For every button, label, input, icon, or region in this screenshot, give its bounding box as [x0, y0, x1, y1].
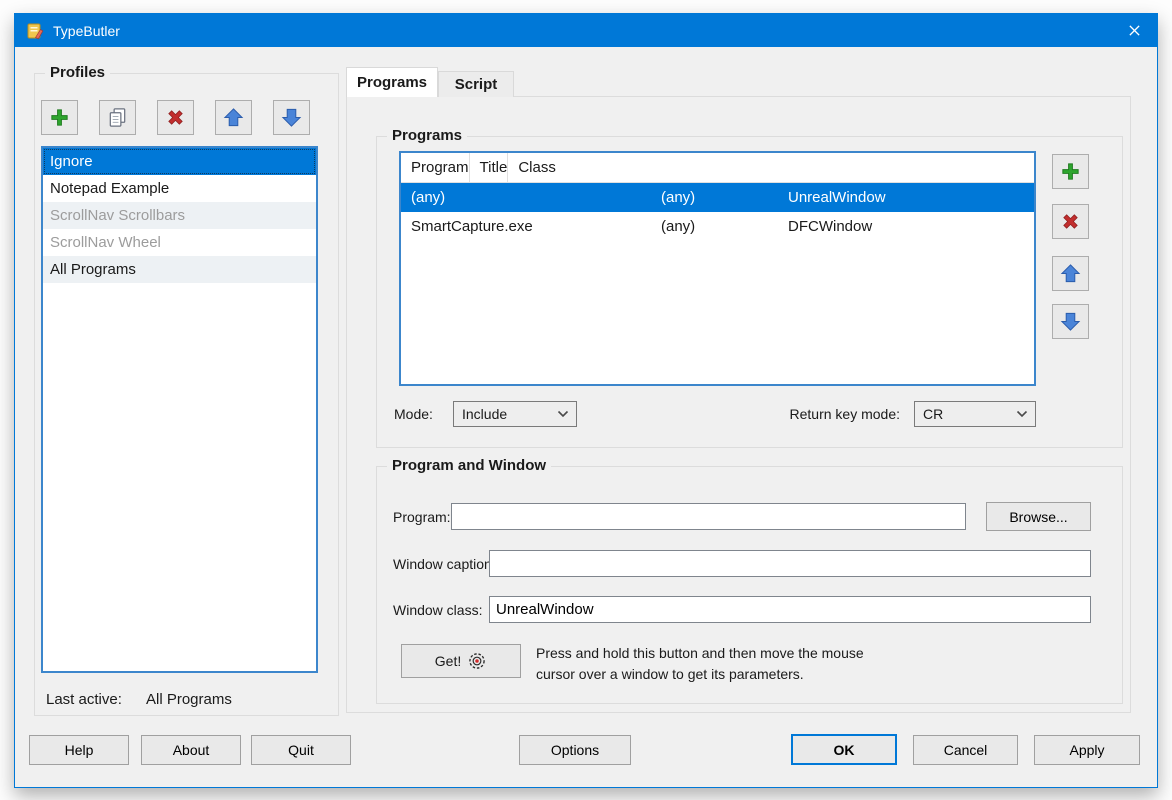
- cancel-button[interactable]: Cancel: [913, 735, 1018, 765]
- profile-list-item[interactable]: Ignore: [43, 148, 316, 175]
- get-help-text: Press and hold this button and then move…: [536, 643, 864, 685]
- chevron-down-icon: [557, 410, 569, 418]
- profile-list-item-label: All Programs: [50, 261, 136, 278]
- profile-copy-button[interactable]: [99, 100, 136, 135]
- profile-list-item[interactable]: ScrollNav Wheel: [43, 229, 316, 256]
- cell-class: UnrealWindow: [778, 183, 1034, 212]
- profile-move-up-button[interactable]: [215, 100, 252, 135]
- delete-x-icon: [1059, 210, 1082, 233]
- profiles-group-label: Profiles: [45, 64, 110, 81]
- quit-button[interactable]: Quit: [251, 735, 351, 765]
- get-button[interactable]: Get!: [401, 644, 521, 678]
- cell-program: SmartCapture.exe: [401, 212, 651, 241]
- program-delete-button[interactable]: [1052, 204, 1089, 239]
- title-bar[interactable]: TypeButler: [15, 14, 1157, 47]
- program-move-down-button[interactable]: [1052, 304, 1089, 339]
- profile-list-item-label: Ignore: [50, 153, 93, 170]
- profile-move-down-button[interactable]: [273, 100, 310, 135]
- typebutler-window: TypeButler Profiles Ignore Notepad Exam: [14, 13, 1158, 788]
- help-button[interactable]: Help: [29, 735, 129, 765]
- plus-icon: [1059, 160, 1082, 183]
- mode-label: Mode:: [394, 406, 433, 422]
- profile-add-button[interactable]: [41, 100, 78, 135]
- mode-select[interactable]: Include: [453, 401, 577, 427]
- get-button-label: Get!: [435, 653, 461, 669]
- programs-table-body: (any) (any) UnrealWindow SmartCapture.ex…: [401, 183, 1034, 241]
- browse-button[interactable]: Browse...: [986, 502, 1091, 531]
- column-header: Title: [470, 153, 509, 182]
- program-add-button[interactable]: [1052, 154, 1089, 189]
- delete-x-icon: [164, 106, 187, 129]
- column-header: Program: [401, 153, 470, 182]
- last-active-value: All Programs: [146, 691, 232, 708]
- profile-list-item-label: Notepad Example: [50, 180, 169, 197]
- profile-list-item[interactable]: Notepad Example: [43, 175, 316, 202]
- last-active-label: Last active:: [46, 691, 122, 708]
- cell-class: DFCWindow: [778, 212, 1034, 241]
- program-table-row[interactable]: (any) (any) UnrealWindow: [401, 183, 1034, 212]
- cell-title: (any): [651, 212, 778, 241]
- window-caption-label: Window caption:: [393, 556, 496, 572]
- return-key-mode-select[interactable]: CR: [914, 401, 1036, 427]
- cell-program: (any): [401, 183, 651, 212]
- program-field-label: Program:: [393, 509, 451, 525]
- close-icon: [1128, 24, 1141, 37]
- window-class-input[interactable]: [489, 596, 1091, 623]
- profile-list-item-label: ScrollNav Wheel: [50, 234, 161, 251]
- chevron-down-icon: [1016, 410, 1028, 418]
- profile-delete-button[interactable]: [157, 100, 194, 135]
- return-key-mode-label: Return key mode:: [790, 406, 901, 422]
- column-header: Class: [508, 153, 556, 182]
- arrow-up-icon: [1059, 262, 1082, 285]
- get-help-line-1: Press and hold this button and then move…: [536, 643, 864, 664]
- apply-button[interactable]: Apply: [1034, 735, 1140, 765]
- mode-select-value: Include: [454, 406, 557, 422]
- programs-table[interactable]: ProgramTitleClass (any) (any) UnrealWind…: [399, 151, 1036, 386]
- program-table-row[interactable]: SmartCapture.exe (any) DFCWindow: [401, 212, 1034, 241]
- profiles-list[interactable]: Ignore Notepad Example ScrollNav Scrollb…: [41, 146, 318, 673]
- program-input[interactable]: [451, 503, 966, 530]
- return-key-mode-value: CR: [915, 406, 1016, 422]
- profile-list-item[interactable]: All Programs: [43, 256, 316, 283]
- program-and-window-group-label: Program and Window: [387, 457, 551, 474]
- ok-button[interactable]: OK: [791, 734, 897, 765]
- about-button[interactable]: About: [141, 735, 241, 765]
- arrow-down-icon: [1059, 310, 1082, 333]
- window-caption-input[interactable]: [489, 550, 1091, 577]
- plus-icon: [48, 106, 71, 129]
- profile-list-item-label: ScrollNav Scrollbars: [50, 207, 185, 224]
- copy-icon: [106, 106, 129, 129]
- target-icon: [467, 651, 487, 671]
- close-button[interactable]: [1111, 14, 1157, 47]
- programs-group-label: Programs: [387, 127, 467, 144]
- app-note-pencil-icon: [26, 22, 44, 40]
- arrow-down-icon: [280, 106, 303, 129]
- window-class-label: Window class:: [393, 602, 482, 618]
- options-button[interactable]: Options: [519, 735, 631, 765]
- arrow-up-icon: [222, 106, 245, 129]
- profile-list-item[interactable]: ScrollNav Scrollbars: [43, 202, 316, 229]
- program-move-up-button[interactable]: [1052, 256, 1089, 291]
- programs-table-header: ProgramTitleClass: [401, 153, 1034, 183]
- window-title: TypeButler: [53, 23, 120, 39]
- tab-script[interactable]: Script: [438, 71, 514, 97]
- tab-programs[interactable]: Programs: [346, 67, 438, 97]
- get-help-line-2: cursor over a window to get its paramete…: [536, 664, 864, 685]
- cell-title: (any): [651, 183, 778, 212]
